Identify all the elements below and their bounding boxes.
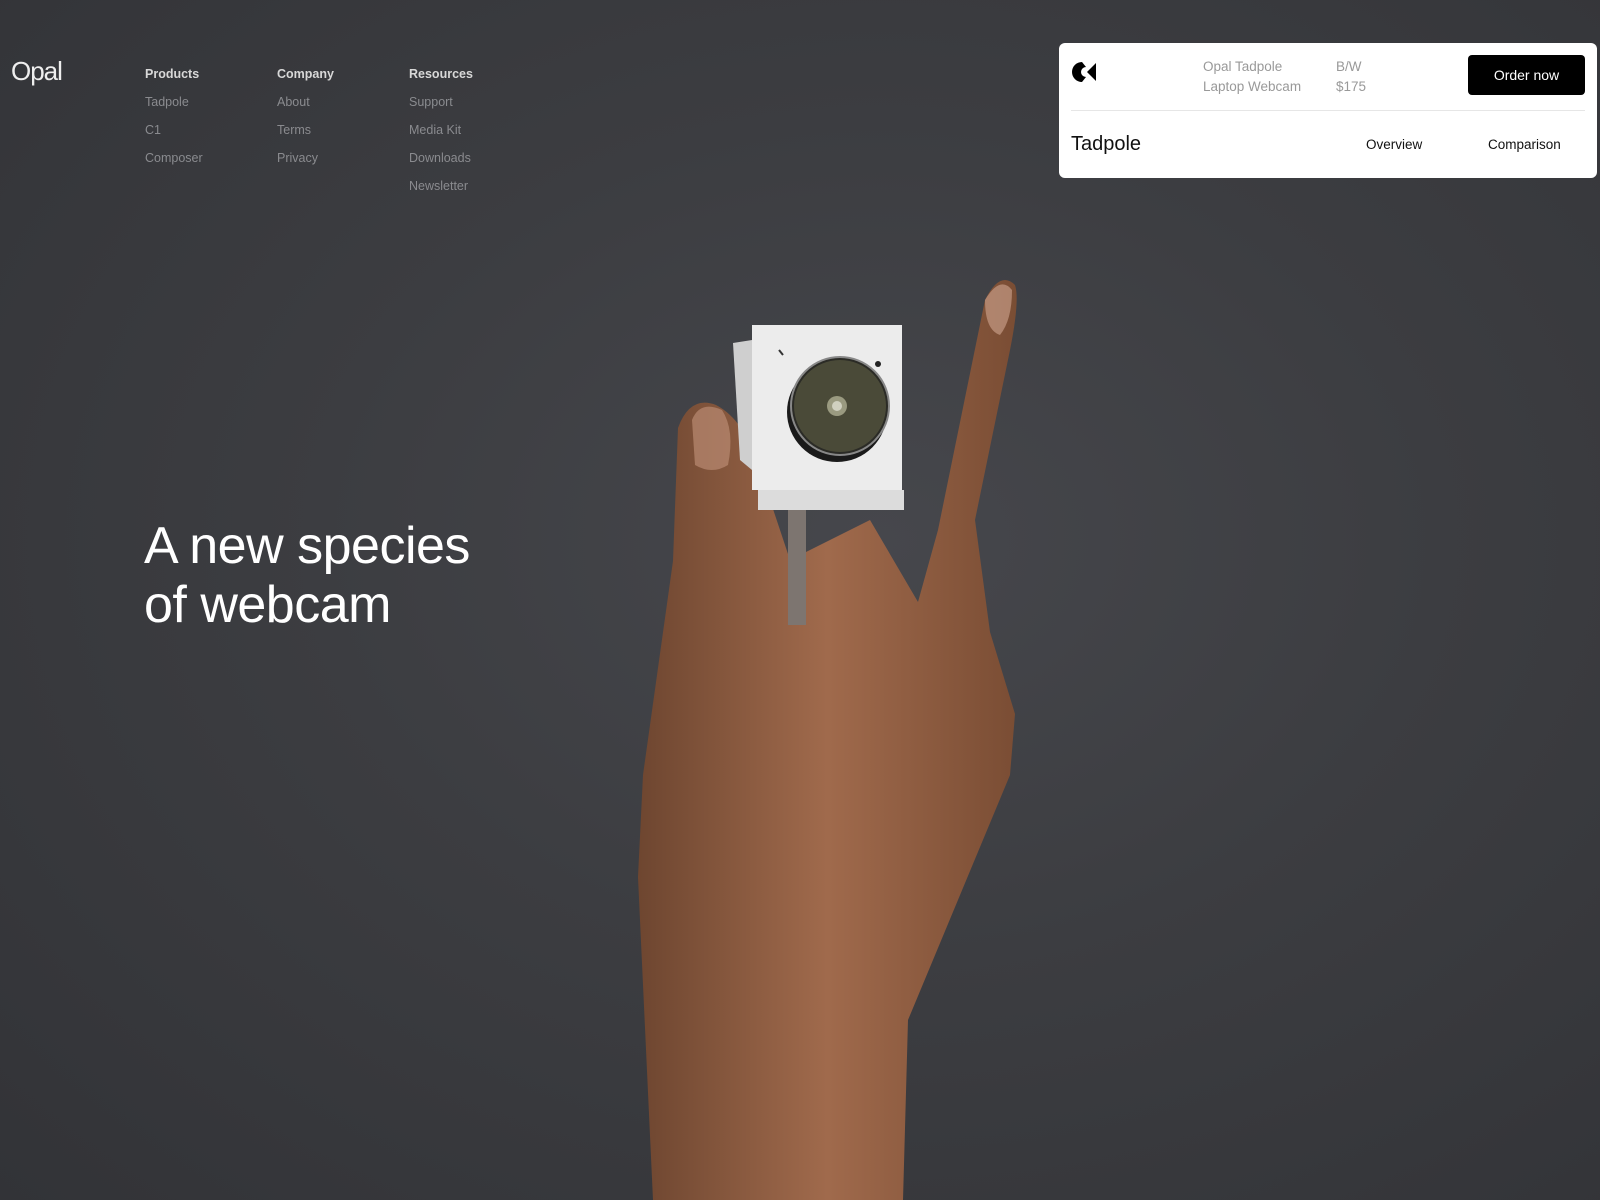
product-price: $175 [1336,79,1367,94]
nav-link-privacy[interactable]: Privacy [277,151,334,167]
nav-link-downloads[interactable]: Downloads [409,151,473,167]
nav-link-about[interactable]: About [277,95,334,111]
nav-column-resources: Resources Support Media Kit Downloads Ne… [409,67,473,207]
nav-link-c1[interactable]: C1 [145,123,203,139]
nav-link-newsletter[interactable]: Newsletter [409,179,473,195]
product-title: Tadpole [1071,133,1142,155]
nav-heading: Company [277,67,334,81]
nav-heading: Products [145,67,200,81]
hero-headline: A new species of webcam [144,517,470,635]
card-divider [1071,110,1585,111]
tab-overview[interactable]: Overview [1366,137,1422,152]
opal-logo[interactable]: Opal [11,56,63,87]
hero-headline-line2: of webcam [144,576,391,634]
nav-link-composer[interactable]: Composer [145,151,203,167]
webcam-device [733,325,904,510]
product-name-line2: Laptop Webcam [1203,79,1302,94]
opal-c1-logo-icon [1071,61,1097,88]
nav-link-support[interactable]: Support [409,95,473,111]
hero-headline-line1: A new species [144,517,470,575]
tab-comparison[interactable]: Comparison [1488,137,1561,152]
nav-heading: Resources [409,67,473,81]
nav-column-products: Products Tadpole C1 Composer [145,67,203,179]
product-variant-price: B/W $175 [1336,57,1366,97]
product-name: Opal Tadpole Laptop Webcam [1203,57,1301,97]
nav-link-media-kit[interactable]: Media Kit [409,123,473,139]
nav-link-tadpole[interactable]: Tadpole [145,95,203,111]
nav-column-company: Company About Terms Privacy [277,67,334,179]
webcam-cable [788,505,806,625]
product-card: Opal Tadpole Laptop Webcam B/W $175 Orde… [1059,43,1597,178]
product-variant: B/W [1336,59,1362,74]
product-name-line1: Opal Tadpole [1203,59,1283,74]
nav-link-terms[interactable]: Terms [277,123,334,139]
order-now-button[interactable]: Order now [1468,55,1585,95]
